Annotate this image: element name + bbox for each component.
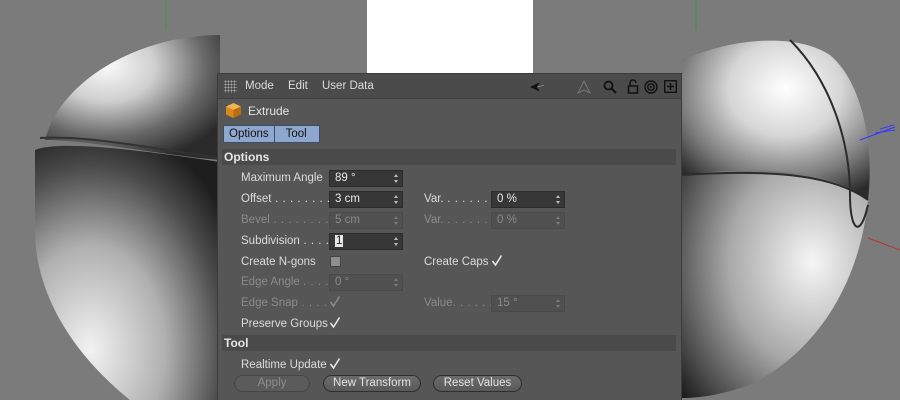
bevel-field: 5 cm [329,212,403,229]
checkmark-icon [329,317,341,329]
edge-snap-label-text: Edge Snap [241,297,298,309]
edge-angle-value: 0 ° [335,276,350,288]
up-arrow-icon[interactable] [576,78,592,95]
grip-icon[interactable] [224,80,237,93]
bevel-label-text: Bevel [241,214,270,226]
lock-icon[interactable] [625,78,641,95]
stepper-icon[interactable] [556,195,561,204]
x-axis-line [867,237,900,251]
bevel-var-label-text: Var. [424,214,444,226]
realtime-update-label: Realtime Update [241,359,327,371]
checkmark-icon [491,255,503,267]
checkmark-icon [329,358,341,370]
stepper-icon [556,216,561,225]
extrude-cube-icon [225,102,242,119]
value-dots: . . . . . . [452,297,494,309]
menu-bar: Mode Edit User Data [218,74,681,99]
maximum-angle-value: 89 ° [335,172,356,184]
new-panel-icon[interactable] [662,78,678,95]
value-label-text: Value [424,297,453,309]
search-icon[interactable] [602,78,618,95]
value-label: Value. . . . . . [424,297,493,309]
stepper-icon[interactable] [394,237,399,246]
new-transform-button[interactable]: New Transform [323,375,421,392]
edge-snap-label: Edge Snap . . . . . [241,297,335,309]
realtime-update-checkbox[interactable] [329,357,341,370]
offset-var-value: 0 % [497,193,517,205]
bevel-var-value: 0 % [497,214,517,226]
tool-section-header[interactable]: Tool [222,335,676,351]
subdivision-value: 1 [335,235,344,247]
menu-user-data[interactable]: User Data [322,80,374,92]
target-icon[interactable] [643,78,659,95]
create-ngons-label: Create N-gons [241,256,316,268]
maximum-angle-field[interactable]: 89 ° [329,170,403,187]
value-value: 15 ° [497,297,518,309]
edge-angle-label: Edge Angle . . . . . [241,276,336,288]
stepper-icon [394,216,399,225]
edge-angle-field: 0 ° [329,274,403,291]
object-title: Extrude [248,104,290,118]
menu-mode[interactable]: Mode [245,80,274,92]
apply-button: Apply [234,375,310,392]
maximum-angle-label: Maximum Angle [241,172,323,184]
options-section-header[interactable]: Options [222,149,676,165]
value-field: 15 ° [491,295,565,312]
bevel-label: Bevel . . . . . . . . . [241,214,336,226]
attribute-manager-panel: Mode Edit User Data Extrude Options Tool… [217,73,682,400]
edge-angle-label-text: Edge Angle [241,276,300,288]
checkmark-icon [329,296,341,308]
subdivision-label: Subdivision . . . . [241,235,329,247]
reset-values-button[interactable]: Reset Values [433,375,522,392]
create-ngons-checkbox[interactable] [330,256,341,267]
subdivision-label-text: Subdivision [241,235,300,247]
offset-label: Offset . . . . . . . . . [241,193,338,205]
create-caps-checkbox[interactable] [491,254,503,267]
bevel-value: 5 cm [335,214,360,226]
bevel-var-field: 0 % [491,212,565,229]
preserve-groups-label: Preserve Groups [241,318,328,330]
back-arrow-icon[interactable] [529,78,545,95]
subdivision-field[interactable]: 1 [329,233,403,250]
offset-var-label-text: Var. [424,193,444,205]
white-block [367,0,533,73]
menu-edit[interactable]: Edit [288,80,308,92]
offset-var-field[interactable]: 0 % [491,191,565,208]
stepper-icon [556,299,561,308]
preserve-groups-checkbox[interactable] [329,316,341,329]
tab-bar: Options Tool [223,125,320,143]
offset-dots: . . . . . . . . . [271,193,338,205]
edge-snap-checkbox [329,295,341,308]
offset-field[interactable]: 3 cm [329,191,403,208]
right-sphere[interactable] [681,39,870,398]
stepper-icon[interactable] [394,174,399,183]
stepper-icon [394,278,399,287]
tab-tool[interactable]: Tool [274,125,320,143]
offset-value: 3 cm [335,193,360,205]
subdivision-dots: . . . . [299,235,330,247]
offset-label-text: Offset [241,193,272,205]
bevel-dots: . . . . . . . . . [269,214,337,226]
create-caps-label: Create Caps [424,256,489,268]
left-sphere[interactable] [35,35,221,400]
tab-options[interactable]: Options [223,125,275,143]
stepper-icon[interactable] [394,195,399,204]
